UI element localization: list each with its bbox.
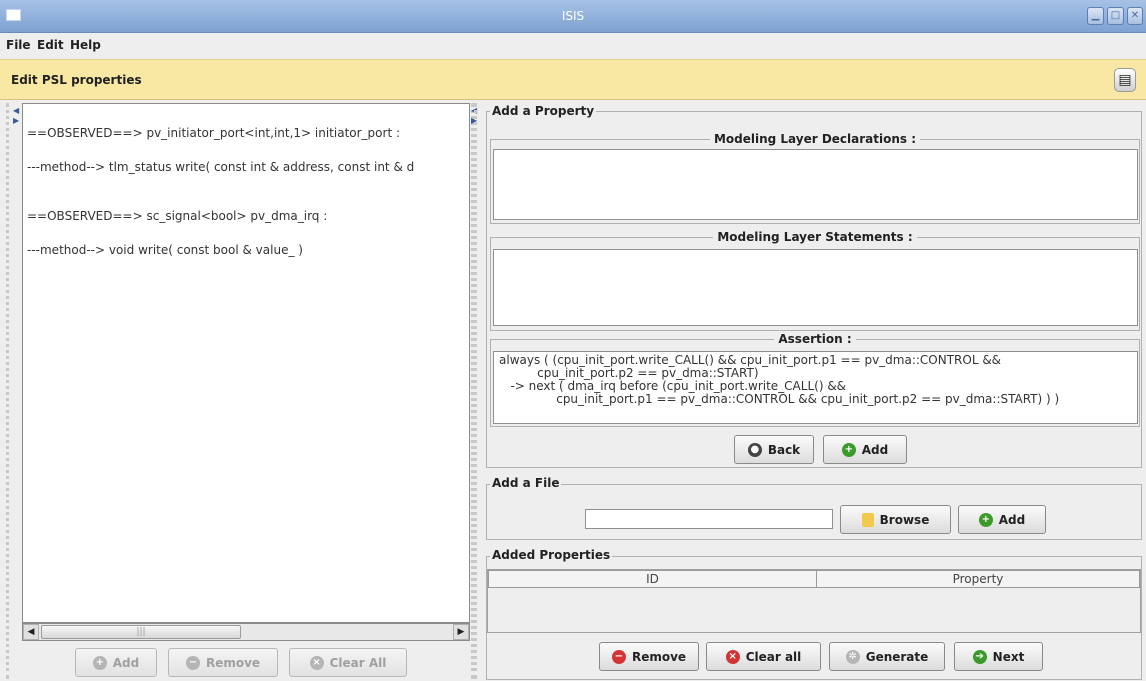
column-header-id[interactable]: ID xyxy=(488,570,817,588)
clear-icon: × xyxy=(309,655,324,670)
statements-textarea[interactable] xyxy=(493,249,1138,326)
next-arrow-icon: ➔ xyxy=(972,649,987,664)
add-property-legend: Add a Property xyxy=(490,104,597,118)
declarations-title: Modeling Layer Declarations : xyxy=(490,132,1140,146)
page-title: Edit PSL properties xyxy=(11,73,142,87)
generate-button[interactable]: ✲ Generate xyxy=(829,642,945,671)
back-label: Back xyxy=(767,442,801,457)
statements-title: Modeling Layer Statements : xyxy=(490,230,1140,244)
assertion-textarea[interactable]: always ( (cpu_init_port.write_CALL() && … xyxy=(493,351,1138,424)
back-icon: ● xyxy=(747,442,762,457)
list-item[interactable]: ---method--> void write( const bool & va… xyxy=(27,243,303,257)
plus-icon: + xyxy=(841,442,856,457)
menu-edit[interactable]: Edit xyxy=(37,38,64,52)
scroll-thumb[interactable]: ||| xyxy=(41,625,241,639)
add-file-label: Add xyxy=(998,512,1026,527)
menu-bar: File Edit Help xyxy=(0,33,1146,59)
added-properties-legend: Added Properties xyxy=(490,548,613,562)
gear-icon: ✲ xyxy=(845,649,860,664)
back-button[interactable]: ● Back xyxy=(734,435,814,464)
add-property-label: Add xyxy=(861,442,889,457)
plus-icon: + xyxy=(978,512,993,527)
add-property-button[interactable]: + Add xyxy=(823,435,907,464)
menu-help[interactable]: Help xyxy=(70,38,101,52)
minus-icon: − xyxy=(185,655,200,670)
observed-ports-list[interactable]: ==OBSERVED==> pv_initiator_port<int,int,… xyxy=(22,103,470,623)
left-remove-button[interactable]: − Remove xyxy=(168,648,278,677)
left-add-button[interactable]: + Add xyxy=(75,648,157,677)
maximize-button[interactable]: □ xyxy=(1107,7,1124,25)
column-header-property[interactable]: Property xyxy=(816,570,1140,588)
clear-all-button[interactable]: × Clear all xyxy=(706,642,821,671)
add-file-button[interactable]: + Add xyxy=(958,505,1046,534)
window-title: ISIS xyxy=(561,9,585,23)
list-item[interactable]: ---method--> tlm_status write( const int… xyxy=(27,160,414,174)
header-band: Edit PSL properties ▤ xyxy=(0,59,1146,100)
declarations-textarea[interactable] xyxy=(493,149,1138,220)
next-button[interactable]: ➔ Next xyxy=(954,642,1043,671)
left-remove-label: Remove xyxy=(205,655,261,670)
collapse-left-icon[interactable]: ◀ ▶ xyxy=(13,106,21,126)
left-clear-all-button[interactable]: × Clear All xyxy=(289,648,407,677)
next-label: Next xyxy=(992,649,1025,664)
close-button[interactable]: ✕ xyxy=(1127,7,1143,25)
title-bar: ISIS ▁ □ ✕ xyxy=(0,0,1146,33)
clear-all-label: Clear all xyxy=(745,649,802,664)
remove-label: Remove xyxy=(631,649,687,664)
minimize-button[interactable]: ▁ xyxy=(1087,7,1104,25)
clear-icon: × xyxy=(725,649,740,664)
remove-button[interactable]: − Remove xyxy=(599,642,699,671)
assertion-title: Assertion : xyxy=(490,332,1140,346)
horizontal-scrollbar[interactable]: ◀ ||| ▶ xyxy=(22,623,470,641)
scroll-left-icon[interactable]: ◀ xyxy=(23,624,39,640)
split-divider[interactable] xyxy=(474,103,482,679)
list-item[interactable]: ==OBSERVED==> sc_signal<bool> pv_dma_irq… xyxy=(27,209,327,223)
left-add-label: Add xyxy=(112,655,140,670)
browse-button[interactable]: Browse xyxy=(840,505,951,534)
scroll-right-icon[interactable]: ▶ xyxy=(453,624,469,640)
add-file-legend: Add a File xyxy=(490,476,562,490)
generate-label: Generate xyxy=(865,649,929,664)
browse-label: Browse xyxy=(879,512,930,527)
file-path-input[interactable] xyxy=(585,509,833,529)
document-icon: ▤ xyxy=(1114,68,1136,92)
minus-icon: − xyxy=(611,649,626,664)
left-clear-all-label: Clear All xyxy=(329,655,387,670)
folder-icon xyxy=(861,512,874,527)
list-item[interactable]: ==OBSERVED==> pv_initiator_port<int,int,… xyxy=(27,126,400,140)
menu-file[interactable]: File xyxy=(6,38,31,52)
plus-icon: + xyxy=(92,655,107,670)
